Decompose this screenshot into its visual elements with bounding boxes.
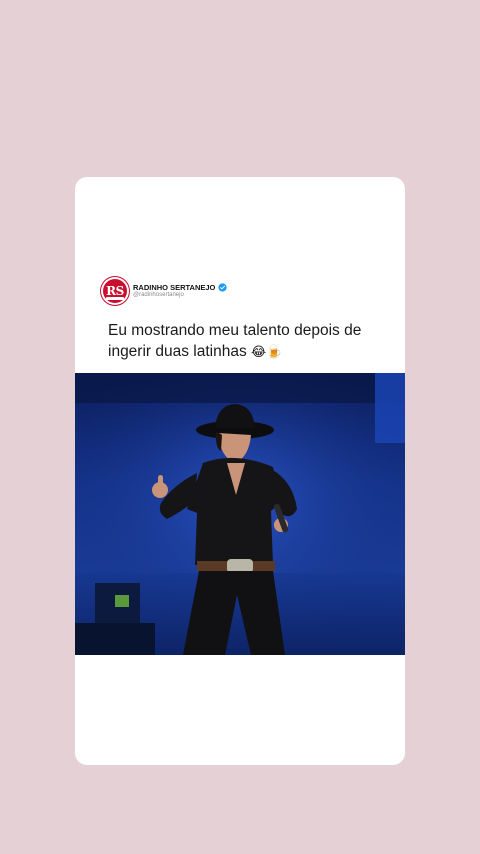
display-name[interactable]: RADINHO SERTANEJO	[133, 284, 215, 292]
verified-badge-icon	[218, 283, 227, 292]
post-emojis: 😂🍺	[251, 345, 283, 360]
post-image[interactable]	[75, 373, 405, 655]
post-card: RS RADINHO SERTANEJO @radinhosertanejo E…	[75, 177, 405, 765]
story-background: { "post": { "display_name": "RADINHO SER…	[0, 0, 480, 854]
singer-on-stage-photo	[75, 373, 405, 655]
name-row: RADINHO SERTANEJO	[133, 283, 227, 292]
avatar[interactable]: RS	[101, 277, 129, 305]
post-header: RS RADINHO SERTANEJO @radinhosertanejo	[101, 277, 227, 305]
avatar-logo-text: RS	[106, 284, 124, 298]
author-info: RADINHO SERTANEJO @radinhosertanejo	[133, 283, 227, 298]
post-text: Eu mostrando meu talento depois de inger…	[108, 320, 398, 363]
post-text-line-1: Eu mostrando meu talento depois de	[108, 322, 362, 339]
user-handle[interactable]: @radinhosertanejo	[133, 292, 227, 298]
avatar-logo-underline	[106, 297, 124, 300]
post-text-line-2: ingerir duas latinhas	[108, 343, 247, 360]
